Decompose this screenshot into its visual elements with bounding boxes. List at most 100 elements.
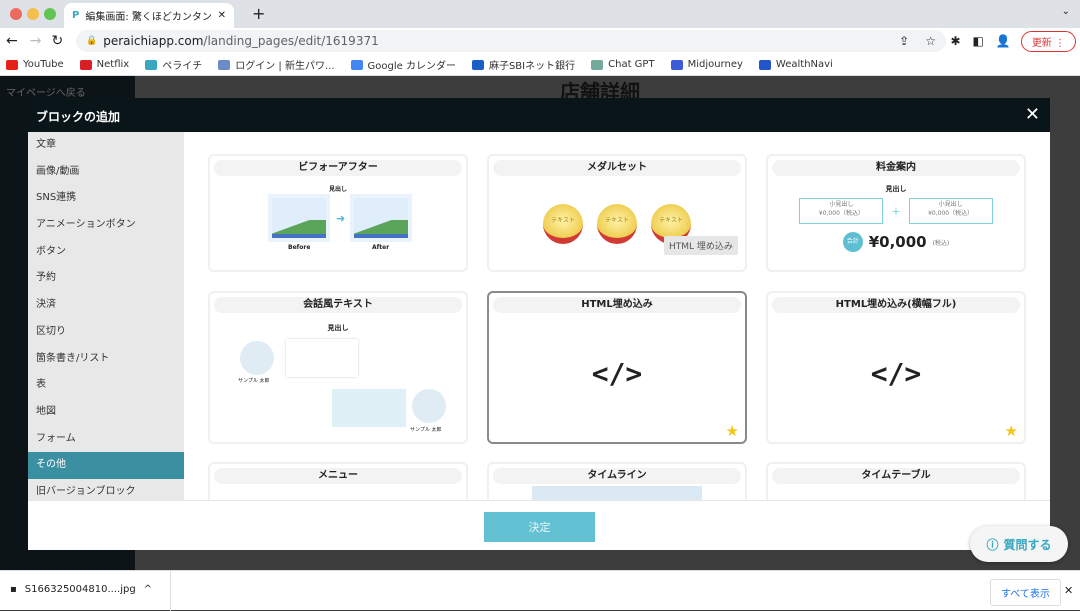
- card-title: HTML埋め込み: [493, 297, 741, 313]
- extensions-icon[interactable]: ✱: [950, 34, 960, 48]
- new-tab-button[interactable]: +: [252, 4, 265, 23]
- sidepanel-icon[interactable]: ◧: [973, 34, 984, 48]
- menu-item[interactable]: フォーム: [28, 426, 184, 453]
- close-tab-icon[interactable]: ✕: [218, 10, 226, 21]
- menu-item[interactable]: 文章: [28, 132, 184, 159]
- url-path: /landing_pages/edit/1619371: [203, 34, 379, 48]
- profile-avatar[interactable]: 👤: [996, 34, 1011, 48]
- block-grid: ビフォーアフター 見出し ➜ Before After メダルセット テキスト …: [184, 132, 1050, 500]
- menu-item[interactable]: 予約: [28, 265, 184, 292]
- bookmark-icon: [758, 59, 771, 70]
- price-subheading: 小見出し: [829, 201, 854, 208]
- address-bar[interactable]: 🔒 peraichiapp.com/landing_pages/edit/161…: [76, 30, 946, 52]
- url-host: peraichiapp.com: [103, 34, 204, 48]
- bookmark-item[interactable]: Chat GPT: [591, 59, 655, 70]
- block-card-conversation[interactable]: 会話風テキスト 見出し サンプル 太郎 サンプル 太郎: [208, 291, 468, 444]
- bookmark-icon: [670, 59, 683, 70]
- card-heading: 見出し: [885, 185, 907, 193]
- menu-item[interactable]: 画像/動画: [28, 159, 184, 186]
- menu-item[interactable]: アニメーションボタン: [28, 212, 184, 239]
- card-title: メダルセット: [493, 160, 741, 176]
- modal-header: ブロックの追加: [28, 98, 1050, 132]
- block-card-html-embed[interactable]: HTML埋め込み </> ★: [487, 291, 747, 444]
- add-block-modal: ブロックの追加 ✕ 文章 画像/動画 SNS連携 アニメーションボタン ボタン 予約 決済区…: [28, 98, 1050, 550]
- ask-question-button[interactable]: ⓘ 質問する: [970, 526, 1068, 562]
- bookmark-item[interactable]: Netflix: [79, 59, 129, 70]
- bookmark-label: ペライチ: [162, 61, 203, 72]
- menu-item[interactable]: SNS連携: [28, 185, 184, 212]
- medal-icon: テキスト: [543, 204, 583, 244]
- bookmark-item[interactable]: ペライチ: [145, 57, 202, 72]
- favorite-star-icon[interactable]: ★: [1005, 422, 1018, 440]
- forward-icon[interactable]: →: [30, 33, 42, 49]
- menu-item[interactable]: 決済: [28, 292, 184, 319]
- block-card-timeline[interactable]: タイムライン: [487, 462, 747, 500]
- divider: [170, 571, 171, 611]
- decide-button[interactable]: 決定: [484, 512, 595, 542]
- close-window-button[interactable]: [10, 8, 22, 20]
- after-image-icon: [350, 194, 412, 242]
- block-category-menu: 文章 画像/動画 SNS連携 アニメーションボタン ボタン 予約 決済 区切り 箇条書き/リスト…: [28, 132, 184, 500]
- bookmark-label: ログイン | 新生パワ...: [235, 61, 335, 72]
- bookmark-item[interactable]: ログイン | 新生パワ...: [218, 57, 335, 72]
- favorite-star-icon[interactable]: ★: [726, 422, 739, 440]
- total-price: ¥0,000: [868, 233, 927, 251]
- card-title: HTML埋め込み(横幅フル): [772, 297, 1020, 313]
- tab-title: 編集画面: 驚くほどカンタン！無料: [85, 12, 212, 23]
- share-icon[interactable]: ⇪: [899, 34, 909, 48]
- download-bar: ▪ S166325004810....jpg ^ すべて表示 ✕: [0, 570, 1080, 611]
- chevron-up-icon[interactable]: ^: [144, 584, 152, 595]
- menu-item[interactable]: その他: [28, 452, 184, 479]
- browser-tab[interactable]: P 編集画面: 驚くほどカンタン！無料 ✕: [64, 3, 234, 28]
- total-badge: 合計: [842, 232, 863, 252]
- code-icon: </>: [591, 357, 643, 390]
- card-heading: 見出し: [327, 324, 349, 332]
- bookmark-icon: [591, 59, 604, 70]
- update-label: 更新: [1031, 37, 1052, 49]
- download-filename: S166325004810....jpg: [24, 584, 136, 595]
- menu-item[interactable]: 区切り: [28, 319, 184, 346]
- block-card-before-after[interactable]: ビフォーアフター 見出し ➜ Before After: [208, 154, 468, 272]
- avatar-name: サンプル 太郎: [410, 427, 442, 433]
- show-all-downloads-button[interactable]: すべて表示: [990, 579, 1061, 606]
- close-download-bar-icon[interactable]: ✕: [1064, 584, 1073, 597]
- block-card-html-embed-full[interactable]: HTML埋め込み(横幅フル) </> ★: [766, 291, 1026, 444]
- menu-item[interactable]: ボタン: [28, 239, 184, 266]
- download-item[interactable]: ▪ S166325004810....jpg ^: [10, 584, 152, 595]
- block-card-pricing[interactable]: 料金案内 見出し 小見出し ¥0,000（税込） + 小見出し ¥0,000（税込）…: [766, 154, 1026, 272]
- bookmark-item[interactable]: YouTube: [6, 59, 64, 70]
- minimize-window-button[interactable]: [27, 8, 39, 20]
- bookmark-label: YouTube: [23, 59, 64, 70]
- tab-list-chevron-icon[interactable]: ⌄: [1062, 6, 1070, 17]
- bookmark-item[interactable]: 麻子SBIネット銀行: [471, 57, 576, 72]
- bookmark-item[interactable]: WealthNavi: [758, 59, 833, 70]
- menu-item[interactable]: 箇条書き/リスト: [28, 346, 184, 373]
- card-title: 会話風テキスト: [214, 297, 462, 313]
- file-icon: ▪: [10, 584, 17, 595]
- block-card-timetable[interactable]: タイムテーブル: [766, 462, 1026, 500]
- maximize-window-button[interactable]: [44, 8, 56, 20]
- card-title: タイムテーブル: [772, 468, 1020, 484]
- update-button[interactable]: 更新 ⋮: [1020, 30, 1076, 52]
- tax-label: (税込): [932, 239, 950, 247]
- code-icon: </>: [870, 357, 922, 390]
- block-card-menu[interactable]: メニュー: [208, 462, 468, 500]
- modal-title: ブロックの追加: [36, 110, 121, 124]
- close-icon[interactable]: ✕: [1025, 104, 1040, 125]
- menu-item[interactable]: 地図: [28, 399, 184, 426]
- bookmark-item[interactable]: Midjourney: [670, 59, 743, 70]
- back-icon[interactable]: ←: [6, 33, 18, 49]
- reload-icon[interactable]: ↻: [51, 33, 63, 49]
- bookmark-star-icon[interactable]: ☆: [925, 34, 936, 48]
- avatar: [240, 341, 274, 375]
- price-value: ¥0,000（税込）: [928, 210, 974, 217]
- card-heading: 見出し: [328, 186, 347, 193]
- speech-bubble: [332, 389, 406, 427]
- menu-item[interactable]: 表: [28, 372, 184, 399]
- tab-bar: P 編集画面: 驚くほどカンタン！無料 ✕ + ⌄: [0, 0, 1080, 28]
- bookmark-label: 麻子SBIネット銀行: [488, 61, 576, 72]
- bookmark-label: WealthNavi: [775, 59, 833, 70]
- bookmark-item[interactable]: Google カレンダー: [350, 57, 456, 72]
- ask-label: 質問する: [1003, 537, 1052, 552]
- speech-bubble: [286, 339, 358, 377]
